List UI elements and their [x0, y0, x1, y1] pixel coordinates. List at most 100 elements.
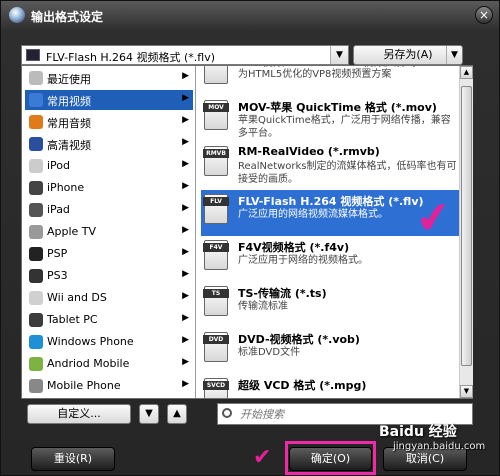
category-item[interactable]: 常用视频 ▶ [25, 90, 193, 110]
format-item[interactable]: RMVB RM-RealVideo (*.rmvb) RealNetworks制定的… [201, 142, 459, 188]
category-item[interactable]: Wii and DS ▶ [25, 288, 193, 308]
category-item[interactable]: PS3 ▶ [25, 266, 193, 286]
category-item[interactable]: Mobile Phone ▶ [25, 376, 193, 396]
format-description: 传输流标准 [238, 301, 288, 312]
reset-button[interactable]: 重设(R) [31, 447, 115, 471]
format-title: MOV-苹果 QuickTime 格式 (*.mov) [238, 101, 437, 114]
category-label: iPod [47, 159, 71, 172]
output-format-dialog: 输出格式设定 × FLV-Flash H.264 视频格式 (*.flv) ▼ … [0, 0, 500, 476]
svcd-file-icon: SVCD [203, 378, 229, 398]
ps3-icon [29, 269, 43, 283]
category-item[interactable]: 常用音频 ▶ [25, 112, 193, 132]
move-up-button[interactable]: ▲ [167, 404, 187, 424]
windows-phone-icon [29, 335, 43, 349]
scroll-down-button[interactable]: ▼ [460, 385, 473, 398]
format-title: FLV-Flash H.264 视频格式 (*.flv) [238, 195, 424, 208]
rmvb-file-icon: RMVB [203, 146, 229, 176]
chevron-right-icon: ▶ [182, 335, 189, 345]
format-tag: RMVB [203, 149, 229, 158]
category-item[interactable]: iPad ▶ [25, 200, 193, 220]
chevron-down-icon[interactable]: ▼ [330, 46, 348, 64]
format-item[interactable]: SVCD 超级 VCD 格式 (*.mpg) [201, 374, 459, 398]
format-item[interactable]: VP8VP8视频-HTML5 VP8 视频文件 (*.webm)为HTML5优化… [201, 66, 459, 96]
custom-button[interactable]: 自定义... [27, 404, 131, 424]
chevron-right-icon: ▶ [182, 379, 189, 389]
category-label: Apple TV [47, 225, 97, 238]
f4v-file-icon: F4V [203, 240, 229, 270]
ts-file-icon: TS [203, 286, 229, 316]
category-label: Andriod Mobile [47, 357, 130, 370]
chevron-right-icon: ▶ [182, 313, 189, 323]
save-as-button[interactable]: 另存为(A) ▼ [353, 45, 463, 65]
watermark-logo: Baidu 经验 [379, 424, 457, 440]
format-title: DVD-视频格式 (*.vob) [238, 333, 360, 346]
category-item[interactable]: iPod ▶ [25, 156, 193, 176]
format-description: 广泛应用于网络的视频格式。 [238, 255, 368, 266]
category-label: iPhone [47, 181, 85, 194]
move-down-button[interactable]: ▼ [139, 404, 159, 424]
flv-format-icon [26, 49, 40, 61]
category-item[interactable]: 高清视频 ▶ [25, 134, 193, 154]
format-dropdown[interactable]: FLV-Flash H.264 视频格式 (*.flv) ▼ [21, 45, 349, 65]
chevron-right-icon: ▶ [182, 225, 189, 235]
chevron-right-icon: ▶ [182, 115, 189, 125]
chevron-right-icon: ▶ [182, 357, 189, 367]
search-icon [222, 408, 232, 418]
psp-icon [29, 247, 43, 261]
category-item[interactable]: Windows Phone ▶ [25, 332, 193, 352]
chevron-right-icon: ▶ [182, 181, 189, 191]
search-input[interactable] [240, 407, 460, 421]
category-item[interactable]: Andriod Mobile ▶ [25, 354, 193, 374]
hd-video-icon [29, 137, 43, 151]
tablet-icon [29, 313, 43, 327]
category-label: Tablet PC [47, 313, 98, 326]
mov-file-icon: MOV [203, 100, 229, 130]
category-label: Wii and DS [47, 291, 107, 304]
category-label: PSP [47, 247, 68, 260]
scroll-thumb[interactable] [461, 86, 472, 366]
checkmark-annotation-icon: ✔ [253, 445, 272, 470]
format-tag: TS [203, 289, 229, 298]
category-item[interactable]: Tablet PC ▶ [25, 310, 193, 330]
category-label: 常用音频 [47, 117, 91, 130]
category-item[interactable]: PSP ▶ [25, 244, 193, 264]
ipod-icon [29, 159, 43, 173]
close-button[interactable]: × [475, 6, 493, 24]
category-item[interactable]: 最近使用 ▶ [25, 68, 193, 88]
category-label: iPad [47, 203, 70, 216]
mobile-phone-icon [29, 379, 43, 393]
wii-icon [29, 291, 43, 305]
watermark-url: jingyan.baidu.com [393, 441, 486, 452]
chevron-right-icon: ▶ [182, 71, 189, 81]
chevron-right-icon: ▶ [182, 159, 189, 169]
flv-file-icon: FLV [203, 194, 229, 224]
format-dropdown-value: FLV-Flash H.264 视频格式 (*.flv) [46, 51, 216, 64]
format-item[interactable]: TS TS-传输流 (*.ts) 传输流标准 [201, 282, 459, 328]
chevron-down-icon[interactable]: ▼ [446, 46, 462, 64]
format-item[interactable]: DVD DVD-视频格式 (*.vob) 标准DVD文件 [201, 328, 459, 374]
dvd-file-icon: DVD [203, 332, 229, 362]
window-title: 输出格式设定 [31, 10, 104, 24]
checkmark-annotation-icon: ✔ [412, 190, 455, 245]
format-tag: MOV [203, 103, 229, 112]
ok-highlight-box [285, 441, 376, 475]
format-title: F4V视频格式 (*.f4v) [238, 241, 350, 254]
chevron-right-icon: ▶ [182, 137, 189, 147]
category-list: 最近使用 ▶ 常用视频 ▶ 常用音频 ▶ 高清视频 ▶ iPod ▶ iPhone ▶ iPad ▶ App… [22, 66, 196, 398]
chevron-right-icon: ▶ [182, 93, 189, 103]
format-tag: FLV [203, 197, 229, 206]
category-item[interactable]: iPhone ▶ [25, 178, 193, 198]
apple-tv-icon [29, 225, 43, 239]
vp8-file-icon: VP8 [204, 66, 228, 84]
format-browser: 最近使用 ▶ 常用视频 ▶ 常用音频 ▶ 高清视频 ▶ iPod ▶ iPhone ▶ iPad ▶ App… [21, 65, 473, 399]
title-bar: 输出格式设定 × [1, 1, 500, 31]
category-item[interactable]: Apple TV ▶ [25, 222, 193, 242]
format-list-scrollbar[interactable]: ▲ ▼ [459, 66, 473, 398]
ipad-icon [29, 203, 43, 217]
format-description: 苹果QuickTime格式，广泛用于网络传播，兼容多平台。 [238, 115, 451, 139]
scroll-up-button[interactable]: ▲ [460, 66, 473, 79]
category-label: 高清视频 [47, 139, 91, 152]
format-description: 为HTML5优化的VP8视频预置方案 [238, 69, 392, 80]
chevron-right-icon: ▶ [182, 291, 189, 301]
format-item[interactable]: MOV MOV-苹果 QuickTime 格式 (*.mov) 苹果QuickTim… [201, 96, 459, 142]
